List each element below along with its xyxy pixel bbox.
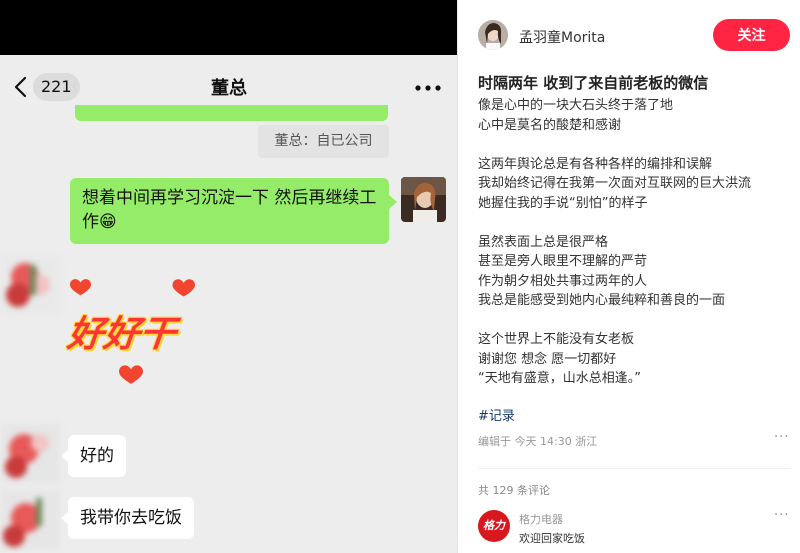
post-title: 时隔两年 收到了来自前老板的微信 <box>478 74 709 92</box>
commenter-avatar[interactable]: 格力 <box>478 510 510 542</box>
post-line: 我却始终记得在我第一次面对互联网的巨大洪流 <box>478 176 752 191</box>
heart-icon <box>70 279 91 296</box>
quoted-message: 董总：自已公司 <box>258 125 389 158</box>
my-avatar[interactable] <box>401 177 446 222</box>
post-line: 这两年舆论总是有各种各样的编排和误解 <box>478 156 713 172</box>
post-paragraph: 像是心中的一块大石头终于落了地 心中是莫名的酸楚和感谢 <box>478 96 788 135</box>
post-line: 像是心中的一块大石头终于落了地 <box>478 98 674 113</box>
commenter-name[interactable]: 格力电器 <box>519 511 563 527</box>
post-line: 她握住我的手说“别怕”的样子 <box>478 195 648 211</box>
ellipsis-icon[interactable]: ··· <box>774 430 789 445</box>
post-line: 我总是能感受到她内心最纯粹和善良的一面 <box>478 293 726 308</box>
post-line: “天地有盛意，山水总相逢。” <box>478 371 641 386</box>
post-panel: 孟羽童Morita 关注 时隔两年 收到了来自前老板的微信 像是心中的一块大石头… <box>458 0 800 553</box>
edit-meta: 编辑于 今天 14:30 浙江 <box>478 435 598 448</box>
heart-icon <box>172 279 195 297</box>
post-line: 谢谢您 想念 愿一切都好 <box>478 351 617 367</box>
heart-icon <box>119 365 143 384</box>
chat-screenshot: 221 董总 董总：自已公司 想着中间再学习沉淀一下 然后再继续工作😁 好好干 <box>0 0 458 553</box>
received-message-bubble: 我带你去吃饭 <box>68 497 194 539</box>
contact-avatar[interactable] <box>0 423 60 483</box>
contact-avatar[interactable] <box>0 255 60 315</box>
author-avatar[interactable] <box>478 20 508 50</box>
received-message-bubble: 好的 <box>68 435 126 477</box>
ellipsis-icon[interactable]: ··· <box>774 508 789 523</box>
post-paragraph: 这个世界上不能没有女老板 谢谢您 想念 愿一切都好 “天地有盛意，山水总相逢。” <box>478 330 788 389</box>
comment-count: 共 129 条评论 <box>478 484 550 497</box>
post-line: 作为朝夕相处共事过两年的人 <box>478 273 648 289</box>
received-bubble-tail <box>61 450 68 462</box>
divider <box>478 468 790 469</box>
chat-title: 董总 <box>211 78 247 99</box>
post-paragraph: 虽然表面上总是很严格 甚至是旁人眼里不理解的严苛 作为朝夕相处共事过两年的人 我… <box>478 233 788 311</box>
hashtag-link[interactable]: #记录 <box>478 405 515 424</box>
sent-bubble-tail <box>389 195 397 209</box>
author-name[interactable]: 孟羽童Morita <box>519 27 605 47</box>
post-line: 这个世界上不能没有女老板 <box>478 332 635 347</box>
follow-button[interactable]: 关注 <box>713 19 790 51</box>
sticker-text: 好好干 <box>65 314 178 355</box>
post-body: 像是心中的一块大石头终于落了地 心中是莫名的酸楚和感谢 这两年舆论总是有各种各样… <box>478 96 788 408</box>
comment-text: 欢迎回家吃饭 <box>519 532 585 545</box>
sent-message-bubble: 想着中间再学习沉淀一下 然后再继续工作😁 <box>70 178 389 244</box>
contact-avatar[interactable] <box>0 490 60 550</box>
received-bubble-tail <box>61 512 68 524</box>
post-paragraph: 这两年舆论总是有各种各样的编排和误解 我却始终记得在我第一次面对互联网的巨大洪流… <box>478 155 788 214</box>
top-black-bar <box>0 0 457 55</box>
post-line: 虽然表面上总是很严格 <box>478 234 609 250</box>
post-line: 甚至是旁人眼里不理解的严苛 <box>478 254 648 269</box>
post-line: 心中是莫名的酸楚和感谢 <box>478 117 622 133</box>
previous-sent-bubble <box>75 105 388 121</box>
more-icon[interactable] <box>415 85 441 91</box>
